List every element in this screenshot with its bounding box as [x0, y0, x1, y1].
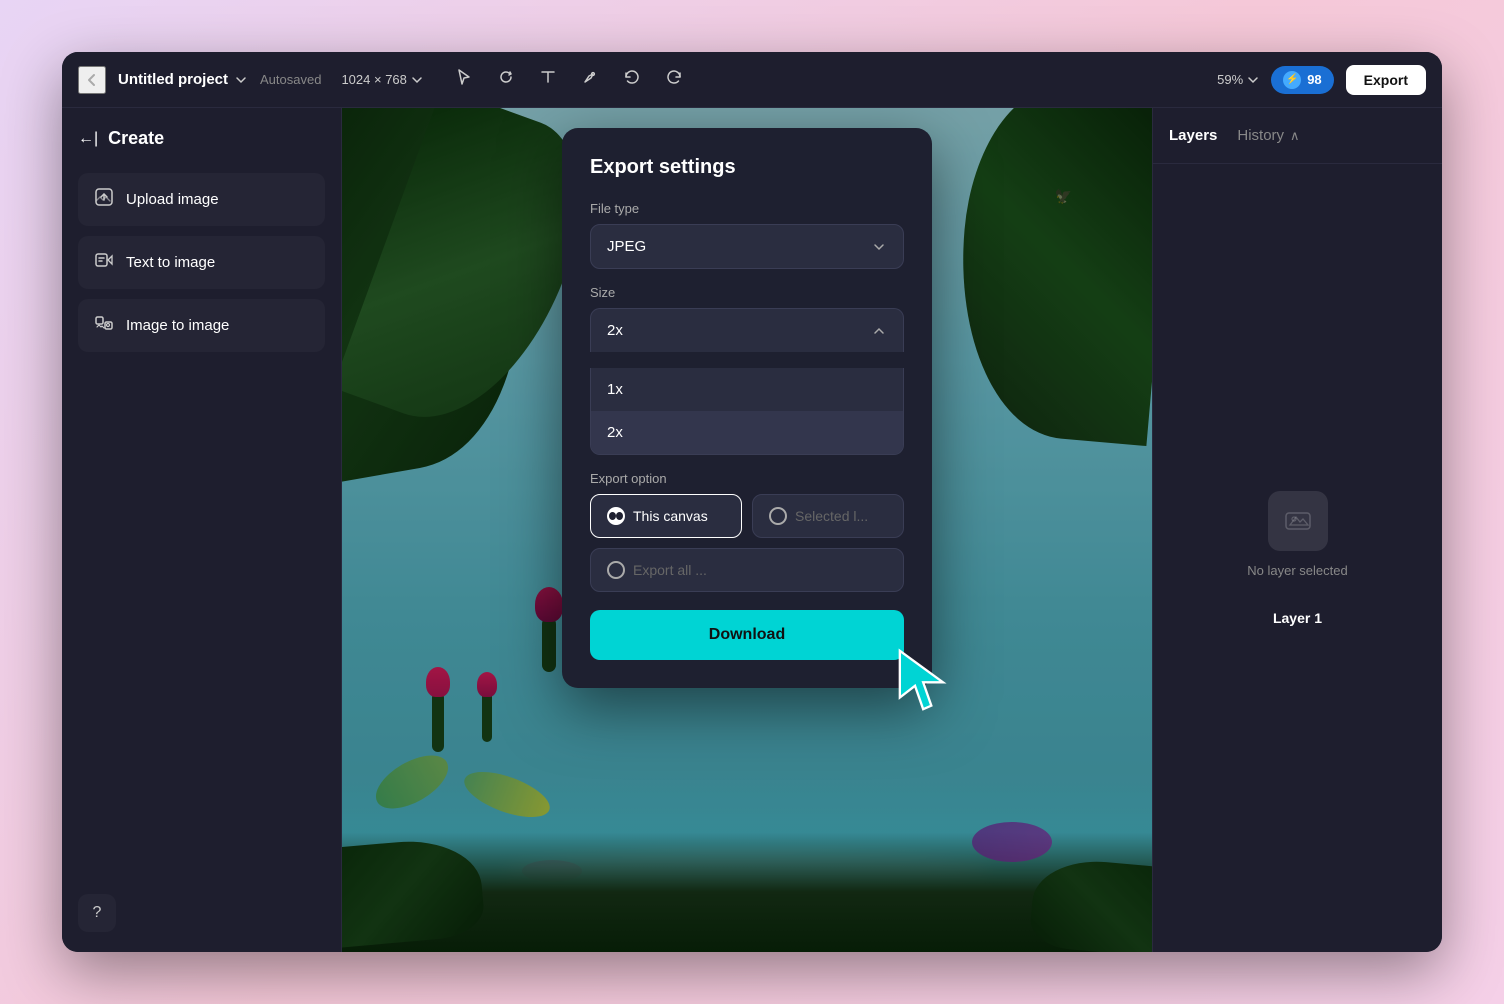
this-canvas-option[interactable]: This canvas: [590, 494, 742, 538]
canvas-size-label: 1024 × 768: [341, 72, 406, 87]
export-settings-modal: Export settings File type JPEG Size 2x: [562, 128, 932, 688]
autosaved-label: Autosaved: [260, 72, 321, 87]
size-option-1x[interactable]: 1x: [591, 368, 903, 411]
history-chevron: ∧: [1290, 128, 1300, 144]
sidebar-item-upload-image[interactable]: Upload image: [78, 173, 325, 226]
sidebar-title: Create: [108, 128, 164, 149]
canvas-size-button[interactable]: 1024 × 768: [333, 68, 430, 91]
credits-count: 98: [1307, 72, 1321, 87]
main-area: ←| Create Upload image: [62, 108, 1442, 952]
cursor-arrow: [894, 645, 964, 715]
sidebar-back-icon: ←|: [78, 130, 98, 148]
this-canvas-radio: [607, 507, 625, 525]
redo-button[interactable]: [661, 64, 687, 95]
tool-bar: [451, 64, 687, 95]
size-select[interactable]: 2x: [590, 308, 904, 352]
sidebar-bottom: ?: [78, 894, 325, 932]
sidebar-item-image-to-image[interactable]: Image to image: [78, 299, 325, 352]
zoom-button[interactable]: 59%: [1217, 72, 1259, 87]
export-button[interactable]: Export: [1346, 65, 1426, 95]
history-tab-label: History: [1237, 123, 1284, 148]
zoom-label: 59%: [1217, 72, 1243, 87]
export-all-label: Export all ...: [633, 562, 707, 578]
select-tool-button[interactable]: [451, 64, 477, 95]
sidebar: ←| Create Upload image: [62, 108, 342, 952]
app-window: Untitled project Autosaved 1024 × 768: [62, 52, 1442, 952]
image-to-image-label: Image to image: [126, 317, 229, 334]
text-to-image-label: Text to image: [126, 254, 215, 271]
project-name-button[interactable]: Untitled project: [118, 71, 248, 88]
sidebar-header: ←| Create: [78, 128, 325, 149]
size-label: Size: [590, 285, 904, 300]
export-all-option[interactable]: Export all ...: [590, 548, 904, 592]
right-panel: Layers History ∧ No layer selected Layer…: [1152, 108, 1442, 952]
no-layer-text: No layer selected: [1247, 563, 1347, 578]
layer-icon-placeholder: [1268, 491, 1328, 551]
back-button[interactable]: [78, 66, 106, 94]
upload-image-label: Upload image: [126, 191, 219, 208]
this-canvas-label: This canvas: [633, 508, 708, 524]
modal-overlay: Export settings File type JPEG Size 2x: [342, 108, 1152, 952]
export-option-label: Export option: [590, 471, 904, 486]
project-name-label: Untitled project: [118, 71, 228, 88]
file-type-select[interactable]: JPEG: [590, 224, 904, 269]
upload-image-icon: [94, 187, 114, 212]
help-icon: ?: [93, 904, 102, 922]
rotate-tool-button[interactable]: [493, 64, 519, 95]
file-type-label: File type: [590, 201, 904, 216]
export-option-row-1: This canvas Selected l...: [590, 494, 904, 538]
undo-button[interactable]: [619, 64, 645, 95]
selected-option[interactable]: Selected l...: [752, 494, 904, 538]
header-right: 59% ⚡ 98 Export: [1217, 65, 1426, 95]
layers-tab[interactable]: Layers: [1169, 123, 1217, 148]
text-to-image-icon: [94, 250, 114, 275]
header: Untitled project Autosaved 1024 × 768: [62, 52, 1442, 108]
download-button[interactable]: Download: [590, 610, 904, 660]
selected-label: Selected l...: [795, 508, 868, 524]
download-label: Download: [709, 626, 785, 643]
right-panel-body: No layer selected Layer 1: [1153, 164, 1442, 952]
size-value: 2x: [607, 322, 623, 339]
export-options: This canvas Selected l... Export all ...: [590, 494, 904, 592]
selected-radio: [769, 507, 787, 525]
export-all-radio: [607, 561, 625, 579]
size-option-2x[interactable]: 2x: [591, 411, 903, 454]
image-to-image-icon: [94, 313, 114, 338]
layer-1-label: Layer 1: [1273, 610, 1322, 626]
sidebar-item-text-to-image[interactable]: Text to image: [78, 236, 325, 289]
credits-icon: ⚡: [1283, 71, 1301, 89]
modal-title: Export settings: [590, 156, 904, 179]
file-type-value: JPEG: [607, 238, 646, 255]
canvas-area[interactable]: 🦅: [342, 108, 1152, 952]
text-tool-button[interactable]: [535, 64, 561, 95]
history-tab-container[interactable]: History ∧: [1237, 123, 1299, 148]
credits-button[interactable]: ⚡ 98: [1271, 66, 1333, 94]
size-dropdown: 1x 2x: [590, 368, 904, 455]
help-button[interactable]: ?: [78, 894, 116, 932]
right-panel-header: Layers History ∧: [1153, 108, 1442, 164]
pen-tool-button[interactable]: [577, 64, 603, 95]
